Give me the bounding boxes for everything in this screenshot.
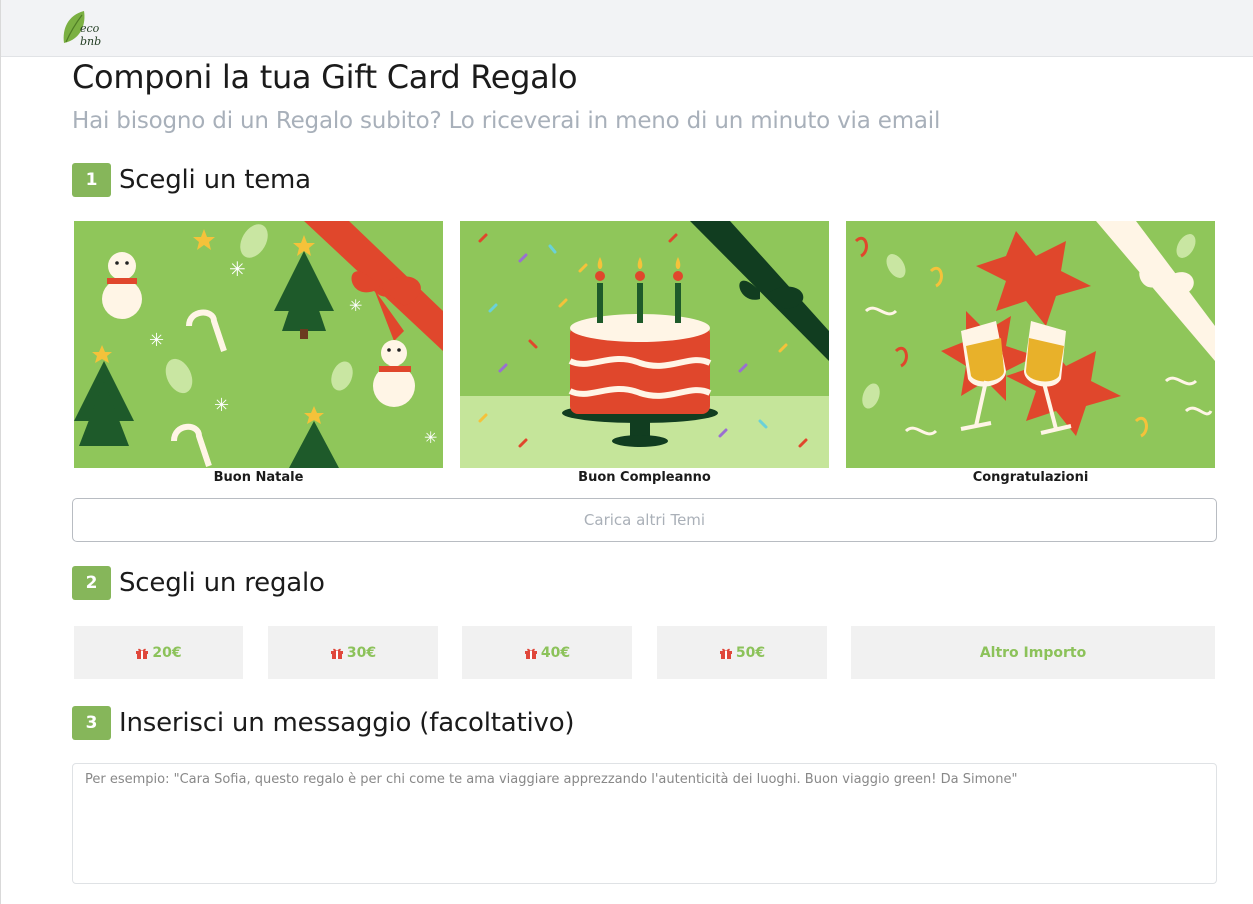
theme-card-congratulations[interactable] xyxy=(846,221,1215,468)
step-1-heading: 1 Scegli un tema xyxy=(72,163,311,197)
amount-button-20[interactable]: 20€ xyxy=(74,626,243,679)
message-textarea[interactable]: Per esempio: "Cara Sofia, questo regalo … xyxy=(72,763,1217,884)
theme-label-christmas: Buon Natale xyxy=(213,470,304,485)
svg-text:✳: ✳ xyxy=(229,257,246,281)
step-label: Scegli un regalo xyxy=(119,568,325,598)
gift-icon xyxy=(719,648,732,659)
christmas-card-image: ✳ ✳ ✳ ✳ ✳ xyxy=(74,221,443,468)
svg-text:✳: ✳ xyxy=(424,428,437,447)
gift-icon xyxy=(330,648,343,659)
step-number-badge: 3 xyxy=(72,706,111,740)
amount-button-50[interactable]: 50€ xyxy=(657,626,827,679)
ecobnb-logo[interactable]: eco bnb xyxy=(60,9,120,48)
congratulations-card-image xyxy=(846,221,1215,468)
step-3-heading: 3 Inserisci un messaggio (facoltativo) xyxy=(72,706,575,740)
amount-label: 30€ xyxy=(346,644,377,661)
amount-button-40[interactable]: 40€ xyxy=(462,626,632,679)
birthday-card-image xyxy=(460,221,829,468)
step-number-badge: 1 xyxy=(72,163,111,197)
step-label: Scegli un tema xyxy=(119,165,311,195)
gift-icon xyxy=(136,648,149,659)
theme-label-birthday: Buon Compleanno xyxy=(578,470,711,485)
svg-text:✳: ✳ xyxy=(349,296,362,315)
logo-text: eco bnb xyxy=(80,22,102,48)
theme-card-birthday[interactable] xyxy=(460,221,829,468)
other-amount-button[interactable]: Altro Importo xyxy=(851,626,1215,679)
step-2-heading: 2 Scegli un regalo xyxy=(72,566,325,600)
load-more-themes-button[interactable]: Carica altri Temi xyxy=(72,498,1217,542)
theme-label-congratulations: Congratulazioni xyxy=(972,470,1089,485)
theme-card-christmas[interactable]: ✳ ✳ ✳ ✳ ✳ xyxy=(74,221,443,468)
step-number-badge: 2 xyxy=(72,566,111,600)
amount-label: 50€ xyxy=(735,644,766,661)
svg-text:✳: ✳ xyxy=(149,330,164,351)
step-label: Inserisci un messaggio (facoltativo) xyxy=(119,708,575,738)
gift-icon xyxy=(524,648,537,659)
message-placeholder: Per esempio: "Cara Sofia, questo regalo … xyxy=(85,772,1018,787)
top-navbar: eco bnb xyxy=(1,0,1253,57)
amount-label: 20€ xyxy=(152,644,182,661)
amount-button-30[interactable]: 30€ xyxy=(268,626,438,679)
svg-text:✳: ✳ xyxy=(214,395,229,416)
amount-label: 40€ xyxy=(540,644,571,661)
page-title: Componi la tua Gift Card Regalo xyxy=(72,58,578,96)
page-subtitle: Hai bisogno di un Regalo subito? Lo rice… xyxy=(72,108,941,134)
